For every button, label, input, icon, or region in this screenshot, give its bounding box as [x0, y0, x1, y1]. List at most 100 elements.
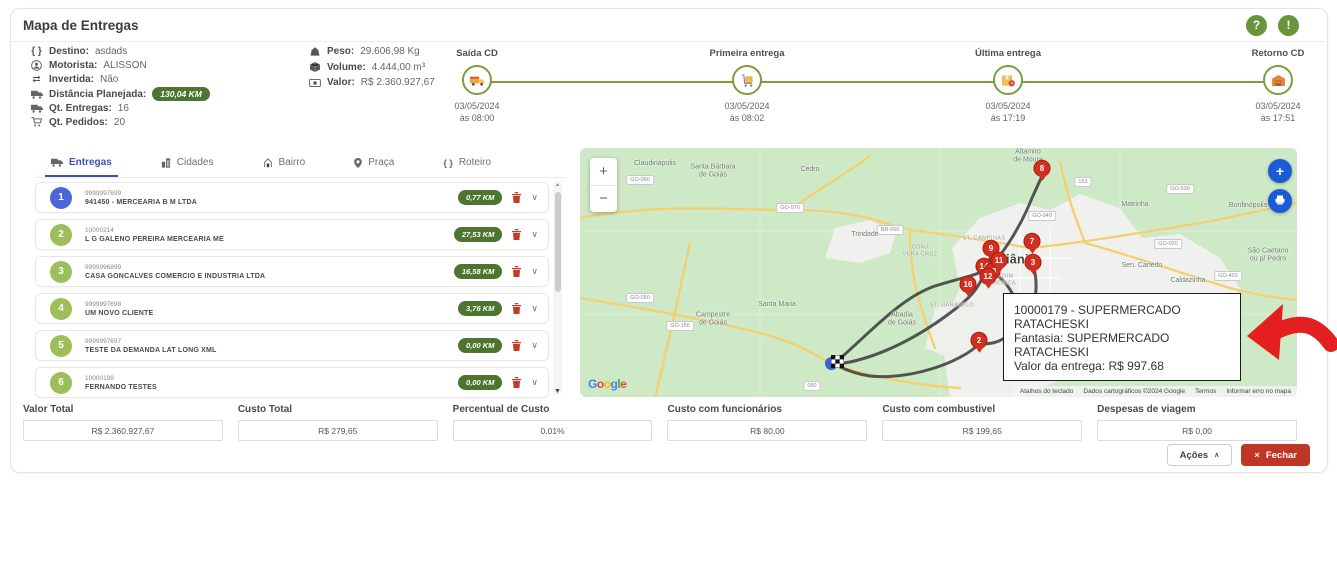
checkered-flag-icon	[831, 355, 844, 368]
map-place-label: CONJ VERA CRUZ	[902, 244, 937, 257]
delivery-item[interactable]: 2 10000214 L G GALENO PEREIRA MERCEARIA …	[35, 219, 549, 250]
depot-flag-marker[interactable]	[831, 355, 844, 373]
map-marker[interactable]: 2	[971, 332, 988, 349]
route-icon: { }	[30, 46, 43, 57]
tab-cidades[interactable]: Cidades	[155, 153, 220, 177]
attrib-keyboard[interactable]: Atalhos do teclado	[1020, 388, 1073, 395]
route-summary: { } Destino: asdads Motorista: ALISSON ⇄…	[30, 46, 210, 128]
percentual-custo-value: 0.01%	[453, 420, 653, 441]
delivery-texts: 10000199 FERNANDO TESTES	[85, 375, 157, 391]
map-marker[interactable]: 3	[1025, 254, 1042, 271]
alert-icon[interactable]: !	[1278, 15, 1299, 36]
delivery-item[interactable]: 4 9999997698 UM NOVO CLIENTE 3,76 KM ∨	[35, 293, 549, 324]
page-title: Mapa de Entregas	[23, 18, 139, 33]
planned-distance-badge: 130,04 KM	[152, 87, 210, 101]
delivery-item[interactable]: 5 9999997697 TESTE DA DEMANDA LAT LONG X…	[35, 330, 549, 361]
custo-funcionarios-value: R$ 80,00	[667, 420, 867, 441]
scroll-down-icon[interactable]: ▼	[553, 388, 562, 395]
map-place-label: Santa Maria	[758, 301, 796, 309]
map-attribution: Atalhos do teclado Dados cartográficos ©…	[1014, 386, 1297, 397]
acoes-button[interactable]: Ações ∧	[1167, 444, 1233, 466]
delete-delivery-button[interactable]	[512, 192, 521, 203]
attrib-terms[interactable]: Termos	[1195, 388, 1216, 395]
tab-entregas[interactable]: Entregas	[45, 153, 118, 177]
tab-bairro[interactable]: Bairro	[257, 153, 312, 177]
zoom-in-button[interactable]: +	[590, 158, 617, 186]
valor-total-value: R$ 2.360.927,67	[23, 420, 223, 441]
delivery-code: 9999997698	[85, 301, 153, 308]
map-marker[interactable]: 8	[1034, 160, 1051, 177]
trash-icon	[512, 377, 521, 388]
map-add-button[interactable]: +	[1268, 159, 1292, 183]
expand-delivery-chevron-icon[interactable]: ∨	[531, 192, 538, 203]
map-print-button[interactable]	[1268, 189, 1292, 213]
expand-delivery-chevron-icon[interactable]: ∨	[531, 303, 538, 314]
expand-delivery-chevron-icon[interactable]: ∨	[531, 229, 538, 240]
money-icon	[308, 79, 321, 87]
delivery-item[interactable]: 6 10000199 FERNANDO TESTES 0,00 KM ∨	[35, 367, 549, 398]
tab-praca[interactable]: Praça	[348, 153, 400, 177]
delivery-code: 10000199	[85, 375, 157, 382]
road-label: BR-060	[877, 225, 904, 235]
swap-icon: ⇄	[30, 74, 43, 85]
delivery-name: L G GALENO PEREIRA MERCEARIA ME	[85, 236, 224, 243]
delete-delivery-button[interactable]	[512, 340, 521, 351]
zoom-out-button[interactable]: −	[590, 186, 617, 213]
total-despesas-viagem: Despesas de viagem R$ 0,00	[1097, 404, 1297, 441]
summary-motorista: Motorista: ALISSON	[30, 60, 210, 71]
total-custo-combustivel: Custo com combustivel R$ 199,65	[882, 404, 1082, 441]
scrollbar-thumb[interactable]	[555, 192, 561, 292]
delivery-item[interactable]: 3 9999996899 CASA GONCALVES COMERCIO E I…	[35, 256, 549, 287]
left-panel-tabs: Entregas Cidades Bairro Praça { } Roteir…	[35, 150, 565, 178]
map-place-label: Caldazinha	[1170, 277, 1205, 285]
delete-delivery-button[interactable]	[512, 266, 521, 277]
delivery-seq-badge: 6	[50, 372, 72, 394]
map-marker[interactable]: 7	[1024, 233, 1041, 250]
delete-delivery-button[interactable]	[512, 377, 521, 388]
scroll-up-icon[interactable]: ▲	[553, 182, 562, 188]
map-place-label: Campestre de Goiás	[696, 312, 730, 329]
road-label: GO-156	[666, 321, 694, 331]
list-scrollbar[interactable]: ▲ ▼	[553, 182, 562, 395]
help-icon[interactable]: ?	[1246, 15, 1267, 36]
attrib-report[interactable]: Informar erro no mapa	[1226, 388, 1291, 395]
warehouse-icon	[1263, 65, 1293, 95]
map-place-label: Abadia de Goiás	[888, 312, 916, 329]
tab-roteiro[interactable]: { } Roteiro	[437, 153, 497, 177]
expand-delivery-chevron-icon[interactable]: ∨	[531, 377, 538, 388]
summary-distancia: Distância Planejada: 130,04 KM	[30, 89, 210, 100]
truck-icon	[51, 158, 63, 167]
road-label: GO-020	[1154, 239, 1182, 249]
delivery-distance-badge: 3,76 KM	[458, 301, 502, 316]
map-place-label: Bonfinópolis	[1229, 202, 1267, 210]
delivery-seq-badge: 5	[50, 335, 72, 357]
delivery-code: 9999997699	[85, 190, 197, 197]
trash-icon	[512, 229, 521, 240]
delete-delivery-button[interactable]	[512, 229, 521, 240]
delivery-seq-badge: 4	[50, 298, 72, 320]
expand-delivery-chevron-icon[interactable]: ∨	[531, 340, 538, 351]
delivery-item[interactable]: 1 9999997699 941450 - MERCEARIA B M LTDA…	[35, 182, 549, 213]
fechar-button[interactable]: × Fechar	[1241, 444, 1310, 466]
total-percentual-custo: Percentual de Custo 0.01%	[453, 404, 653, 441]
map-marker[interactable]: 16	[960, 276, 977, 293]
delivery-map[interactable]: + − + ClaudinápolisSanta Bárbara de Goiá…	[580, 148, 1297, 397]
trolley-icon	[732, 65, 762, 95]
package-clock-icon	[993, 65, 1023, 95]
map-marker[interactable]: 11	[991, 252, 1008, 269]
google-logo[interactable]: Google	[588, 377, 626, 391]
summary-qt-pedidos: Qt. Pedidos: 20	[30, 117, 210, 128]
road-label: GO-403	[1214, 271, 1242, 281]
map-place-label: Matrinha	[1121, 201, 1148, 209]
cube-icon	[308, 62, 321, 72]
printer-icon	[1275, 192, 1285, 210]
road-label: GO-536	[1166, 184, 1194, 194]
truck-icon	[30, 104, 43, 113]
delivery-code: 9999996899	[85, 264, 265, 271]
summary-destino: { } Destino: asdads	[30, 46, 210, 57]
summary-qt-entregas: Qt. Entregas: 16	[30, 103, 210, 114]
delete-delivery-button[interactable]	[512, 303, 521, 314]
delivery-texts: 9999996899 CASA GONCALVES COMERCIO E IND…	[85, 264, 265, 280]
expand-delivery-chevron-icon[interactable]: ∨	[531, 266, 538, 277]
delivery-name: CASA GONCALVES COMERCIO E INDUSTRIA LTDA	[85, 273, 265, 280]
